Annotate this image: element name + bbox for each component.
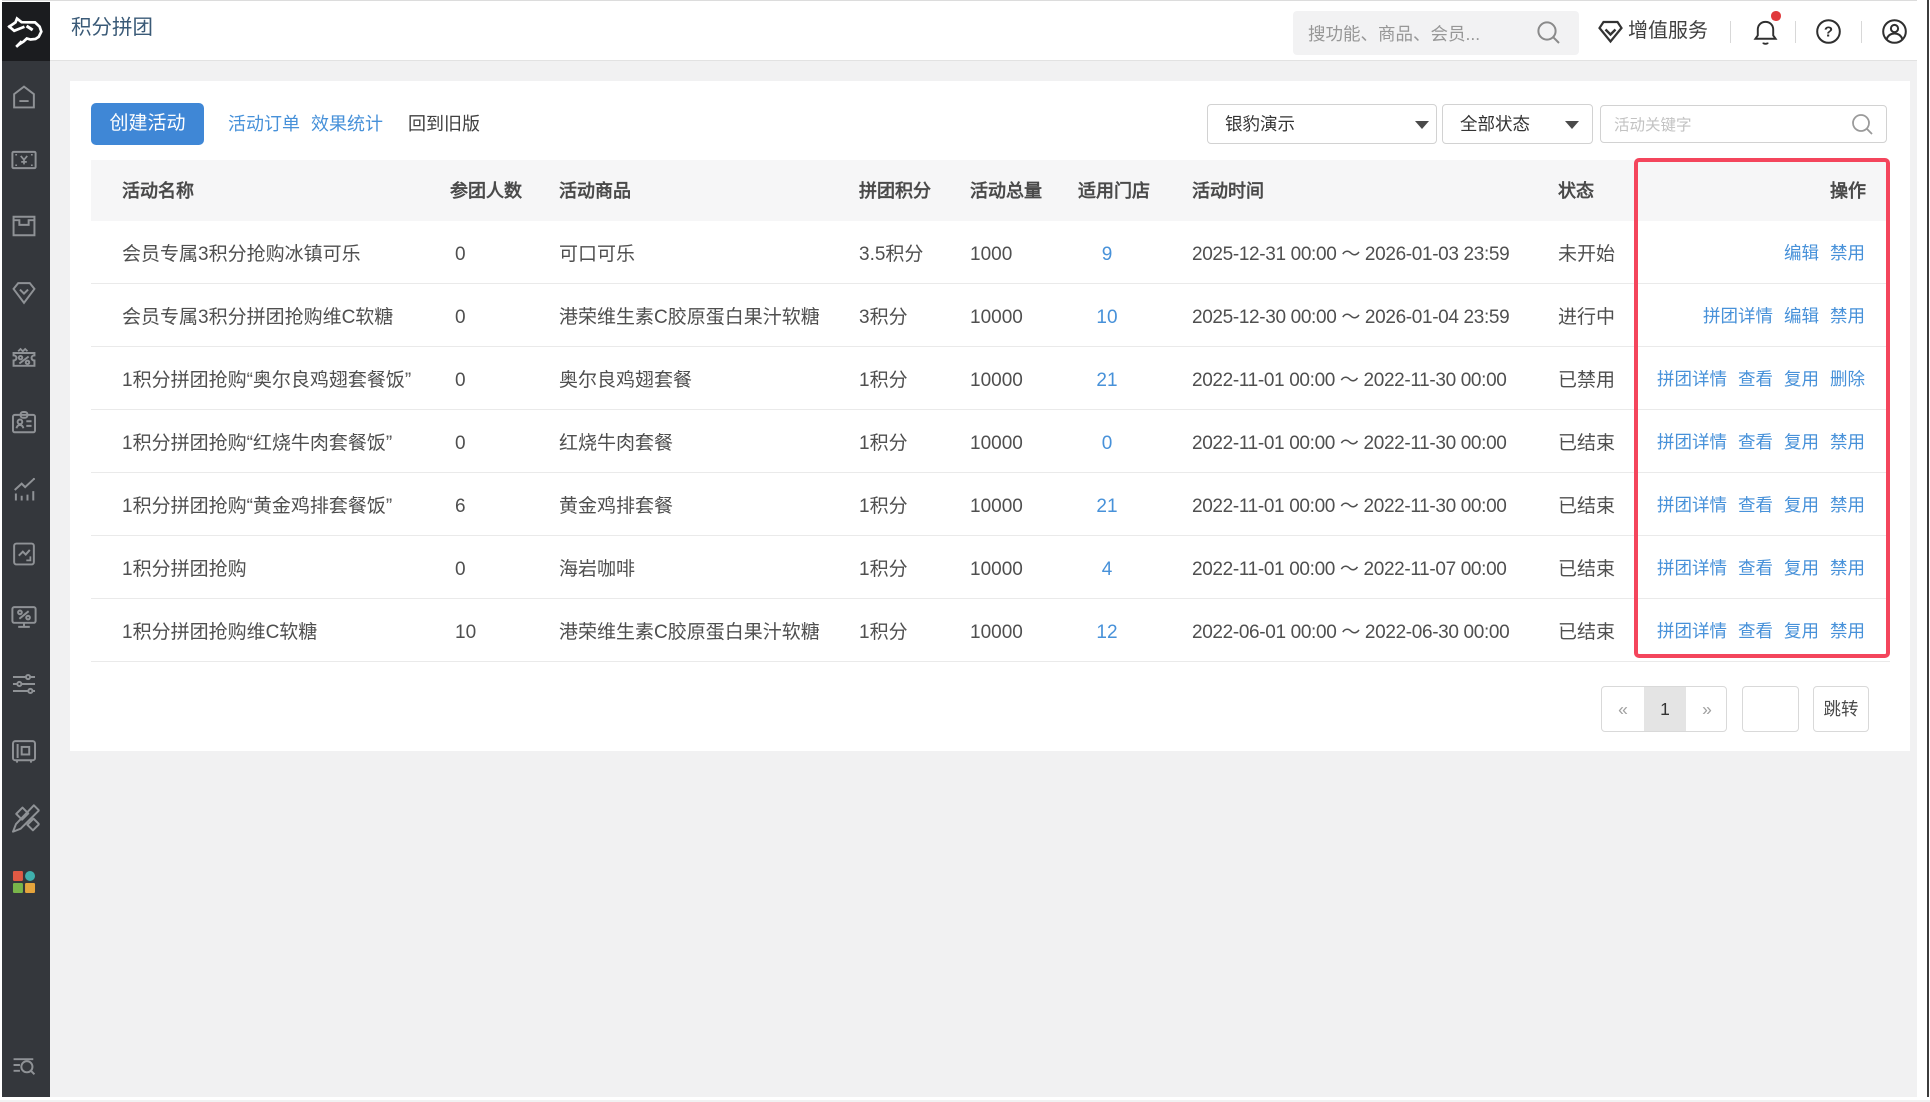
svg-text:?: ? <box>1824 24 1833 41</box>
